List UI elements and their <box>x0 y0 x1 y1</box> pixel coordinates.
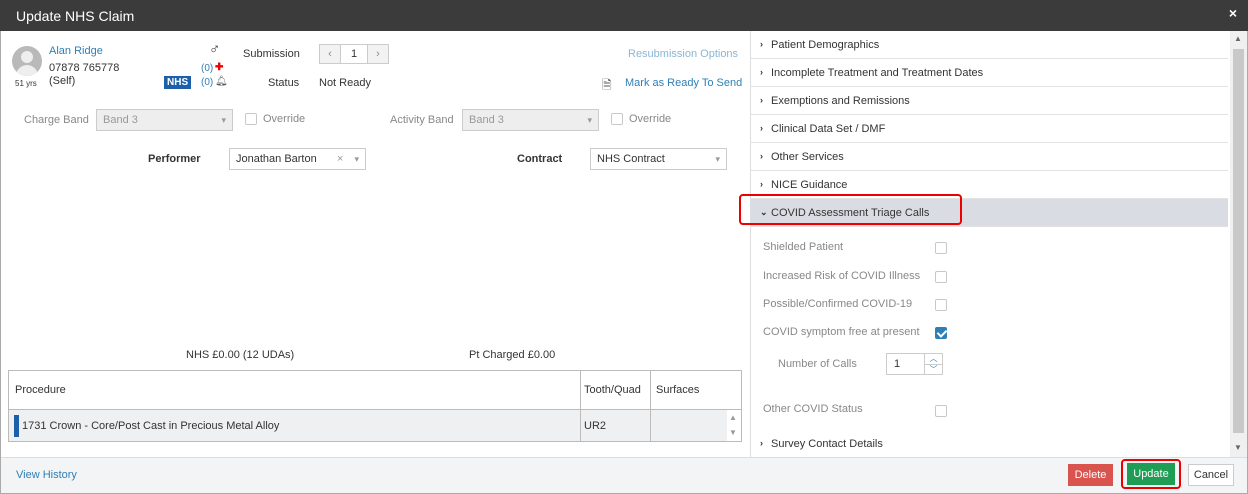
procedures-table: Procedure Tooth/Quad Surfaces 1731 Crown… <box>8 370 742 442</box>
alerts-count[interactable]: (0) <box>201 63 213 74</box>
activity-band-label: Activity Band <box>390 114 454 126</box>
contract-label: Contract <box>517 153 563 165</box>
column-divider <box>650 371 651 441</box>
possible-confirmed-label: Possible/Confirmed COVID-19 <box>763 298 913 310</box>
charge-band-value: Band 3 <box>103 114 138 126</box>
chevron-right-icon: › <box>760 123 763 133</box>
charge-band-select: Band 3 ▾ <box>96 109 233 131</box>
charge-override-label: Override <box>263 113 306 125</box>
status-label: Status <box>268 77 300 89</box>
performer-label: Performer <box>148 153 201 165</box>
number-of-calls-value[interactable]: 1 <box>894 358 900 370</box>
column-header-surfaces[interactable]: Surfaces <box>656 384 699 396</box>
submission-stepper: ‹ 1 › <box>319 44 389 64</box>
patient-age: 51 yrs <box>15 79 37 88</box>
highlight-covid-section <box>739 194 962 225</box>
bell-icon: 🔔︎ <box>215 76 228 87</box>
table-row[interactable]: 1731 Crown - Core/Post Cast in Precious … <box>9 410 727 441</box>
patient-name-link[interactable]: Alan Ridge <box>49 45 103 57</box>
section-exemptions[interactable]: › Exemptions and Remissions <box>750 87 1228 115</box>
avatar <box>12 46 42 76</box>
document-send-icon[interactable]: 🗎 <box>602 76 612 97</box>
charge-band-label: Charge Band <box>24 114 89 126</box>
window-title: Update NHS Claim <box>16 8 135 24</box>
scroll-up-icon[interactable]: ▲ <box>729 413 737 422</box>
male-icon: ♂ <box>209 41 221 58</box>
chevron-right-icon: › <box>760 151 763 161</box>
medical-alert-icon: ✚ <box>215 62 224 73</box>
other-status-label: Other COVID Status <box>763 403 863 415</box>
view-history-link[interactable]: View History <box>16 469 77 481</box>
chevron-right-icon: › <box>760 39 763 49</box>
procedure-cell: 1731 Crown - Core/Post Cast in Precious … <box>22 420 280 432</box>
scrollbar-thumb[interactable] <box>1233 49 1244 433</box>
shielded-label: Shielded Patient <box>763 241 844 253</box>
section-survey-contact[interactable]: › Survey Contact Details <box>750 430 1228 458</box>
status-value: Not Ready <box>319 77 371 89</box>
clear-icon[interactable]: × <box>337 149 343 169</box>
charge-override-checkbox[interactable] <box>245 113 257 125</box>
activity-band-select: Band 3 ▾ <box>462 109 599 131</box>
activity-override-label: Override <box>629 113 672 125</box>
chevron-down-icon[interactable]: ▾ <box>715 149 720 169</box>
activity-override-checkbox[interactable] <box>611 113 623 125</box>
increased-risk-label: Increased Risk of COVID Illness <box>763 270 921 282</box>
chevron-down-icon: ▾ <box>221 115 226 125</box>
chevron-right-icon: › <box>760 95 763 105</box>
pt-charged-total: Pt Charged £0.00 <box>469 349 556 361</box>
row-marker <box>14 415 19 437</box>
section-clinical-data[interactable]: › Clinical Data Set / DMF <box>750 115 1228 143</box>
section-patient-demographics[interactable]: › Patient Demographics <box>750 31 1228 59</box>
table-header: Procedure Tooth/Quad Surfaces <box>9 371 741 410</box>
close-icon[interactable]: × <box>1229 5 1237 21</box>
performer-value: Jonathan Barton <box>236 153 317 165</box>
submission-value[interactable]: 1 <box>340 45 368 63</box>
nhs-total: NHS £0.00 (12 UDAs) <box>186 349 295 361</box>
activity-band-value: Band 3 <box>469 114 504 126</box>
section-incomplete-treatment[interactable]: › Incomplete Treatment and Treatment Date… <box>750 59 1228 87</box>
increased-risk-checkbox[interactable] <box>935 271 947 283</box>
panel-scrollbar[interactable]: ▲ ▼ <box>1230 31 1247 457</box>
tooth-cell: UR2 <box>584 420 607 432</box>
column-header-procedure[interactable]: Procedure <box>15 384 66 396</box>
number-of-calls-label: Number of Calls <box>778 358 857 370</box>
dialog-footer <box>1 457 1247 493</box>
chevron-up-icon[interactable]: ︿ <box>924 354 942 364</box>
number-of-calls-stepper[interactable]: 1 ︿ ﹀ <box>886 353 943 375</box>
performer-select[interactable]: Jonathan Barton × ▾ <box>229 148 366 170</box>
patient-phone: 07878 765778 <box>49 62 120 74</box>
chevron-down-icon[interactable]: ▾ <box>354 149 359 169</box>
chevron-right-icon[interactable]: › <box>368 45 388 63</box>
chevron-down-icon: ▾ <box>587 115 592 125</box>
scroll-down-icon[interactable]: ▼ <box>1234 443 1242 452</box>
submission-label: Submission <box>243 48 300 60</box>
delete-button[interactable]: Delete <box>1068 464 1113 486</box>
column-header-tooth[interactable]: Tooth/Quad <box>584 384 641 396</box>
notes-count[interactable]: (0) <box>201 77 213 88</box>
possible-confirmed-checkbox[interactable] <box>935 299 947 311</box>
chevron-right-icon: › <box>760 179 763 189</box>
contract-select[interactable]: NHS Contract ▾ <box>590 148 727 170</box>
scroll-up-icon[interactable]: ▲ <box>1234 34 1242 43</box>
mark-ready-link[interactable]: Mark as Ready To Send <box>625 77 742 89</box>
shielded-checkbox[interactable] <box>935 242 947 254</box>
window-titlebar: Update NHS Claim × <box>0 0 1248 31</box>
chevron-down-icon[interactable]: ﹀ <box>924 364 942 374</box>
chevron-right-icon: › <box>760 67 763 77</box>
cancel-button[interactable]: Cancel <box>1188 464 1234 486</box>
contract-value: NHS Contract <box>597 153 665 165</box>
nhs-badge: NHS <box>164 76 192 89</box>
chevron-left-icon[interactable]: ‹ <box>320 45 340 63</box>
scroll-down-icon[interactable]: ▼ <box>729 428 737 437</box>
other-status-checkbox[interactable] <box>935 405 947 417</box>
chevron-right-icon: › <box>760 438 763 448</box>
highlight-update-button <box>1121 459 1181 489</box>
resubmission-options-link[interactable]: Resubmission Options <box>628 48 738 60</box>
column-divider <box>580 371 581 441</box>
symptom-free-label: COVID symptom free at present <box>763 326 920 338</box>
section-other-services[interactable]: › Other Services <box>750 143 1228 171</box>
symptom-free-checkbox[interactable] <box>935 327 947 339</box>
patient-relation: (Self) <box>49 75 76 87</box>
